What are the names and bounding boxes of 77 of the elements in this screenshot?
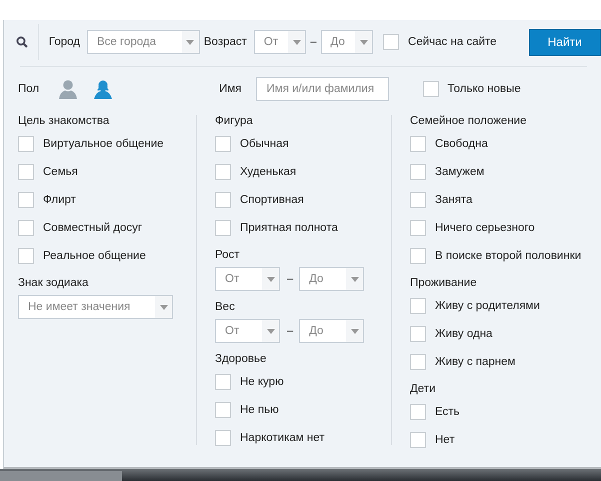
from-dropdown[interactable]: От xyxy=(215,319,280,343)
checkbox[interactable] xyxy=(410,298,426,314)
checkbox[interactable] xyxy=(18,136,34,152)
checkbox-label: Реальное общение xyxy=(43,250,146,262)
checkbox-label: Занята xyxy=(435,194,472,206)
checkbox-label: Нет xyxy=(435,434,455,446)
online-label: Сейчас на сайте xyxy=(408,36,497,48)
section-title: Проживание xyxy=(410,277,478,290)
checkbox-label: Есть xyxy=(435,406,460,418)
checkbox[interactable] xyxy=(410,432,426,448)
checkbox-label: Не курю xyxy=(240,376,284,388)
online-checkbox[interactable] xyxy=(383,34,400,50)
gender-label: Пол xyxy=(18,83,40,95)
checkbox[interactable] xyxy=(410,220,426,236)
checkbox[interactable] xyxy=(410,404,426,420)
zodiac-dropdown[interactable]: Не имеет значения xyxy=(18,295,173,319)
checkbox-label: Худенькая xyxy=(240,166,296,178)
city-dropdown[interactable]: Все города xyxy=(86,30,200,54)
checkbox[interactable] xyxy=(215,374,231,390)
age-from-dropdown[interactable]: От xyxy=(254,30,306,54)
checkbox[interactable] xyxy=(410,164,426,180)
section-title: Здоровье xyxy=(215,353,268,366)
dash: – xyxy=(287,273,294,285)
checkbox-label: Спортивная xyxy=(240,194,304,206)
checkbox-label: Ничего серьезного xyxy=(435,222,535,234)
man-icon[interactable] xyxy=(58,79,78,99)
to-dropdown[interactable]: До xyxy=(299,267,364,291)
section-title: Фигура xyxy=(215,115,254,128)
checkbox[interactable] xyxy=(410,326,426,342)
checkbox-label: Приятная полнота xyxy=(240,222,338,234)
dash: – xyxy=(287,325,294,337)
dash: – xyxy=(310,36,317,48)
checkbox[interactable] xyxy=(18,248,34,264)
search-icon xyxy=(16,36,28,48)
checkbox-label: Живу с парнем xyxy=(435,356,516,368)
checkbox-label: Наркотикам нет xyxy=(240,432,325,444)
woman-icon[interactable] xyxy=(93,79,114,99)
checkbox[interactable] xyxy=(215,192,231,208)
section-title: Вес xyxy=(215,301,236,314)
checkbox[interactable] xyxy=(18,220,34,236)
section-title: Знак зодиака xyxy=(18,277,90,290)
checkbox-label: Совместный досуг xyxy=(43,222,142,234)
find-button[interactable]: Найти xyxy=(528,28,601,56)
section-title: Семейное положение xyxy=(410,115,528,128)
checkbox[interactable] xyxy=(410,354,426,370)
checkbox[interactable] xyxy=(215,430,231,446)
to-dropdown[interactable]: До xyxy=(299,319,364,343)
city-label: Город xyxy=(48,36,80,48)
name-label: Имя xyxy=(219,83,242,95)
checkbox-label: Виртуальное общение xyxy=(43,138,164,150)
checkbox-label: Живу одна xyxy=(435,328,492,340)
section-title: Цель знакомства xyxy=(18,115,110,128)
section-title: Рост xyxy=(215,249,241,262)
checkbox[interactable] xyxy=(215,402,231,418)
name-field[interactable]: Имя и/или фамилия xyxy=(256,77,389,101)
age-to-dropdown[interactable]: До xyxy=(320,30,374,54)
checkbox-label: Свободна xyxy=(435,138,488,150)
only-new-label: Только новые xyxy=(448,83,521,95)
checkbox-label: В поиске второй половинки xyxy=(435,250,582,262)
checkbox-label: Обычная xyxy=(240,138,289,150)
section-title: Дети xyxy=(410,383,436,396)
checkbox-label: Замужем xyxy=(435,166,484,178)
age-label: Возраст xyxy=(204,36,247,48)
checkbox[interactable] xyxy=(18,164,34,180)
checkbox[interactable] xyxy=(18,192,34,208)
checkbox[interactable] xyxy=(215,136,231,152)
checkbox-label: Флирт xyxy=(43,194,76,206)
only-new-checkbox[interactable] xyxy=(422,81,439,97)
checkbox[interactable] xyxy=(215,164,231,180)
from-dropdown[interactable]: От xyxy=(215,267,280,291)
checkbox[interactable] xyxy=(215,220,231,236)
checkbox-label: Живу с родителями xyxy=(435,300,540,312)
checkbox[interactable] xyxy=(410,248,426,264)
checkbox[interactable] xyxy=(410,192,426,208)
checkbox[interactable] xyxy=(410,136,426,152)
checkbox-label: Семья xyxy=(43,166,78,178)
checkbox-label: Не пью xyxy=(240,404,279,416)
